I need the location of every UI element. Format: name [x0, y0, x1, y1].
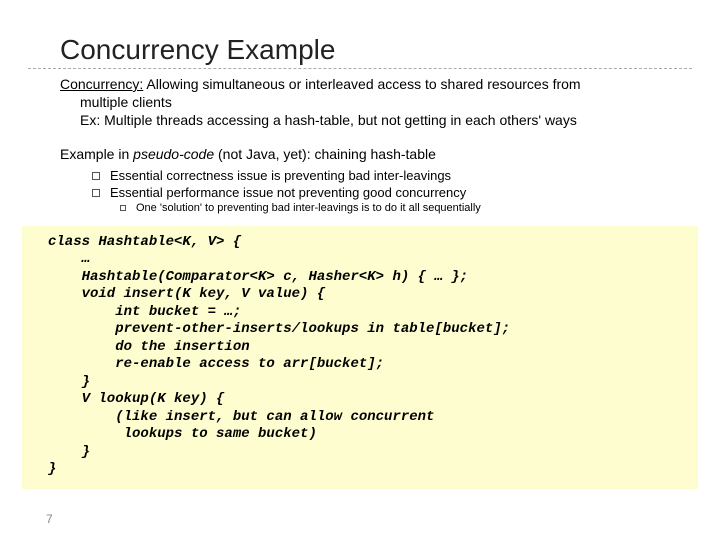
example-intro-post: (not Java, yet): chaining hash-table [214, 146, 436, 162]
slide: Concurrency Example Concurrency: Allowin… [0, 0, 720, 489]
bullet-2-text: Essential performance issue not preventi… [110, 185, 466, 200]
example-intro-ital: pseudo-code [133, 146, 214, 162]
page-number: 7 [46, 512, 53, 526]
definition-cont1: multiple clients [80, 93, 686, 111]
definition-cont2: Ex: Multiple threads accessing a hash-ta… [80, 111, 686, 129]
bullet-1-text: Essential correctness issue is preventin… [110, 168, 451, 183]
bullet-2a: One 'solution' to preventing bad inter-l… [120, 202, 706, 214]
bullet-2: Essential performance issue not preventi… [92, 185, 706, 200]
slide-title: Concurrency Example [60, 34, 706, 66]
example-intro: Example in pseudo-code (not Java, yet): … [60, 146, 660, 162]
code-block: class Hashtable<K, V> { … Hashtable(Comp… [22, 226, 698, 489]
square-bullet-icon [92, 189, 100, 197]
bullet-list: Essential correctness issue is preventin… [92, 168, 706, 214]
example-intro-pre: Example in [60, 146, 133, 162]
bullet-1: Essential correctness issue is preventin… [92, 168, 706, 183]
square-bullet-icon [120, 205, 126, 211]
bullet-2a-text: One 'solution' to preventing bad inter-l… [136, 202, 481, 214]
definition-line: Concurrency: Allowing simultaneous or in… [60, 75, 686, 93]
divider [28, 68, 692, 69]
definition-body: Allowing simultaneous or interleaved acc… [143, 76, 580, 92]
definition-term: Concurrency: [60, 76, 143, 92]
square-bullet-icon [92, 172, 100, 180]
